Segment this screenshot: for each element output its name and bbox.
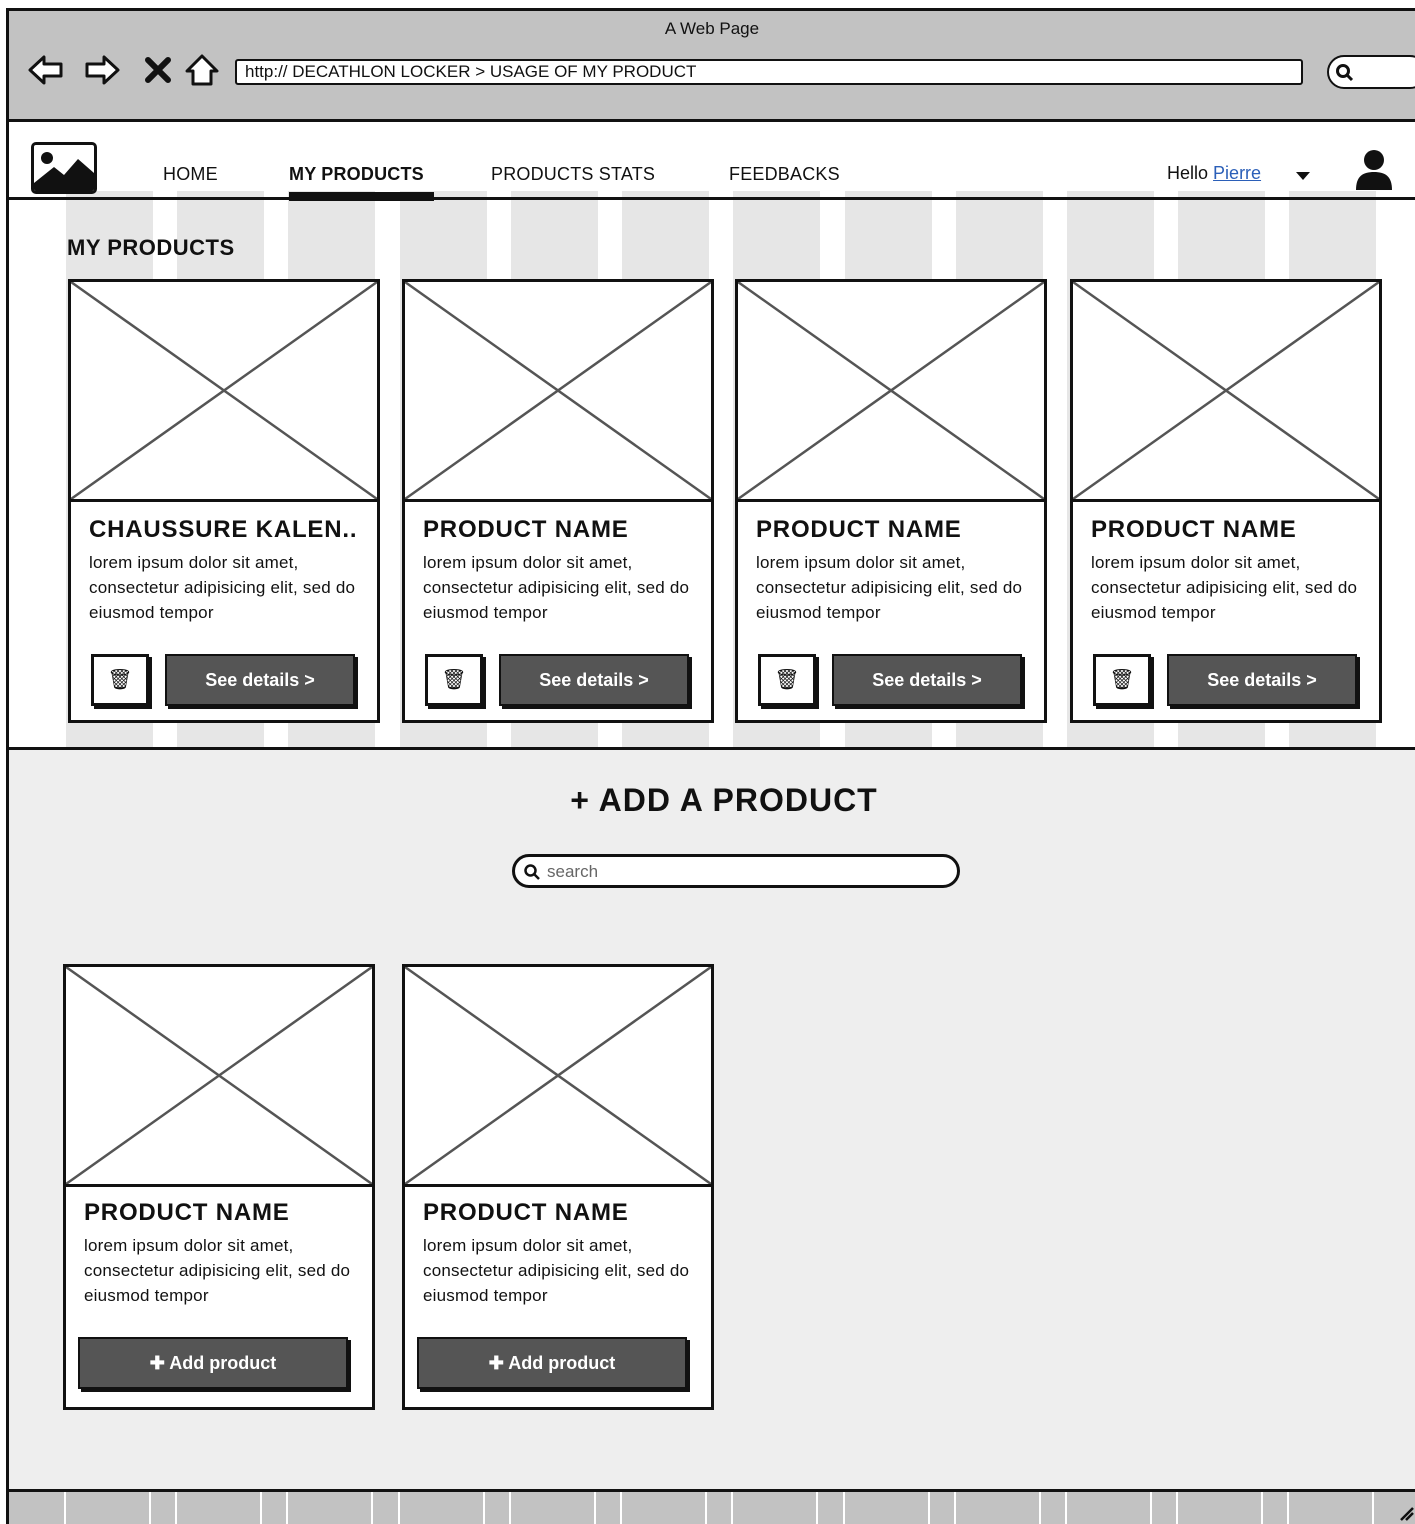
forward-arrow-icon[interactable] [83, 51, 121, 89]
user-avatar-icon[interactable] [1355, 148, 1393, 192]
product-name: PRODUCT NAME [423, 516, 629, 543]
product-search-field[interactable] [512, 854, 960, 888]
greeting-text: Hello [1167, 163, 1209, 183]
trash-icon: 🗑 [1109, 669, 1135, 691]
grid-column [509, 1492, 596, 1524]
add-product-button[interactable]: ✚ Add product [417, 1337, 687, 1389]
top-navigation: HOME MY PRODUCTS PRODUCTS STATS FEEDBACK… [9, 122, 1415, 200]
nav-divider [9, 197, 1415, 200]
delete-button[interactable]: 🗑 [91, 654, 149, 706]
user-greeting: Hello Pierre [1167, 163, 1261, 184]
product-card: CHAUSSURE KALEN.. lorem ipsum dolor sit … [68, 279, 380, 723]
product-card: PRODUCT NAME lorem ipsum dolor sit amet,… [402, 279, 714, 723]
catalog-product-card: PRODUCT NAME lorem ipsum dolor sit amet,… [63, 964, 375, 1410]
grid-column [954, 1492, 1041, 1524]
grid-column [620, 1492, 707, 1524]
grid-column [1065, 1492, 1152, 1524]
product-name: PRODUCT NAME [84, 1199, 290, 1226]
search-input[interactable] [545, 859, 949, 885]
active-tab-indicator [289, 192, 434, 201]
trash-icon: 🗑 [441, 669, 467, 691]
product-card: PRODUCT NAME lorem ipsum dolor sit amet,… [735, 279, 1047, 723]
search-icon [524, 864, 540, 880]
see-details-button[interactable]: See details > [1167, 654, 1357, 706]
plus-icon: ✚ [488, 1353, 504, 1373]
product-image-placeholder [405, 282, 711, 502]
back-arrow-icon[interactable] [27, 51, 65, 89]
product-name: CHAUSSURE KALEN.. [89, 516, 358, 543]
product-image-placeholder [71, 282, 377, 502]
plus-icon: ✚ [149, 1353, 165, 1373]
page-footer [9, 1489, 1415, 1524]
search-icon [1336, 64, 1354, 82]
section-title-add-product: + ADD A PRODUCT [570, 782, 878, 818]
product-image-placeholder [66, 967, 372, 1187]
grid-column [1176, 1492, 1263, 1524]
home-icon[interactable] [183, 51, 221, 89]
add-product-button[interactable]: ✚ Add product [78, 1337, 348, 1389]
grid-column [398, 1492, 485, 1524]
add-product-label: Add product [508, 1353, 616, 1373]
product-name: PRODUCT NAME [756, 516, 962, 543]
grid-column [731, 1492, 818, 1524]
product-description: lorem ipsum dolor sit amet, consectetur … [1091, 553, 1358, 622]
grid-column [286, 1492, 373, 1524]
address-bar[interactable]: http:// DECATHLON LOCKER > USAGE OF MY P… [235, 59, 1303, 85]
user-name-link[interactable]: Pierre [1213, 163, 1261, 183]
trash-icon: 🗑 [774, 669, 800, 691]
browser-search-field[interactable] [1327, 55, 1415, 89]
product-description: lorem ipsum dolor sit amet, consectetur … [84, 1236, 351, 1305]
delete-button[interactable]: 🗑 [1093, 654, 1151, 706]
chevron-down-icon[interactable] [1296, 172, 1310, 180]
product-description: lorem ipsum dolor sit amet, consectetur … [423, 553, 690, 622]
add-product-label: Add product [169, 1353, 277, 1373]
grid-column [1287, 1492, 1374, 1524]
grid-column [175, 1492, 262, 1524]
delete-button[interactable]: 🗑 [425, 654, 483, 706]
browser-window: A Web Page http:// DECATHLON LOCKER > US… [6, 8, 1415, 1524]
trash-icon: 🗑 [107, 669, 133, 691]
logo-image-icon[interactable] [31, 142, 97, 194]
product-name: PRODUCT NAME [1091, 516, 1297, 543]
stop-icon[interactable] [139, 51, 177, 89]
nav-item-feedbacks[interactable]: FEEDBACKS [729, 164, 840, 185]
nav-item-my-products[interactable]: MY PRODUCTS [289, 164, 424, 185]
resize-handle-icon[interactable] [1399, 1502, 1415, 1522]
browser-chrome: A Web Page http:// DECATHLON LOCKER > US… [9, 11, 1415, 122]
product-description: lorem ipsum dolor sit amet, consectetur … [756, 553, 1023, 622]
product-image-placeholder [1073, 282, 1379, 502]
add-product-section: + ADD A PRODUCT PRODUCT NAME lorem ipsum… [9, 747, 1415, 1492]
product-image-placeholder [405, 967, 711, 1187]
section-title-my-products: MY PRODUCTS [67, 235, 235, 260]
product-description: lorem ipsum dolor sit amet, consectetur … [423, 1236, 690, 1305]
grid-column [64, 1492, 151, 1524]
see-details-button[interactable]: See details > [832, 654, 1022, 706]
see-details-button[interactable]: See details > [499, 654, 689, 706]
nav-item-home[interactable]: HOME [163, 164, 218, 185]
delete-button[interactable]: 🗑 [758, 654, 816, 706]
nav-item-products-stats[interactable]: PRODUCTS STATS [491, 164, 655, 185]
see-details-button[interactable]: See details > [165, 654, 355, 706]
product-name: PRODUCT NAME [423, 1199, 629, 1226]
window-title: A Web Page [664, 19, 760, 38]
product-image-placeholder [738, 282, 1044, 502]
product-card: PRODUCT NAME lorem ipsum dolor sit amet,… [1070, 279, 1382, 723]
product-description: lorem ipsum dolor sit amet, consectetur … [89, 553, 356, 622]
catalog-product-card: PRODUCT NAME lorem ipsum dolor sit amet,… [402, 964, 714, 1410]
grid-column [843, 1492, 930, 1524]
